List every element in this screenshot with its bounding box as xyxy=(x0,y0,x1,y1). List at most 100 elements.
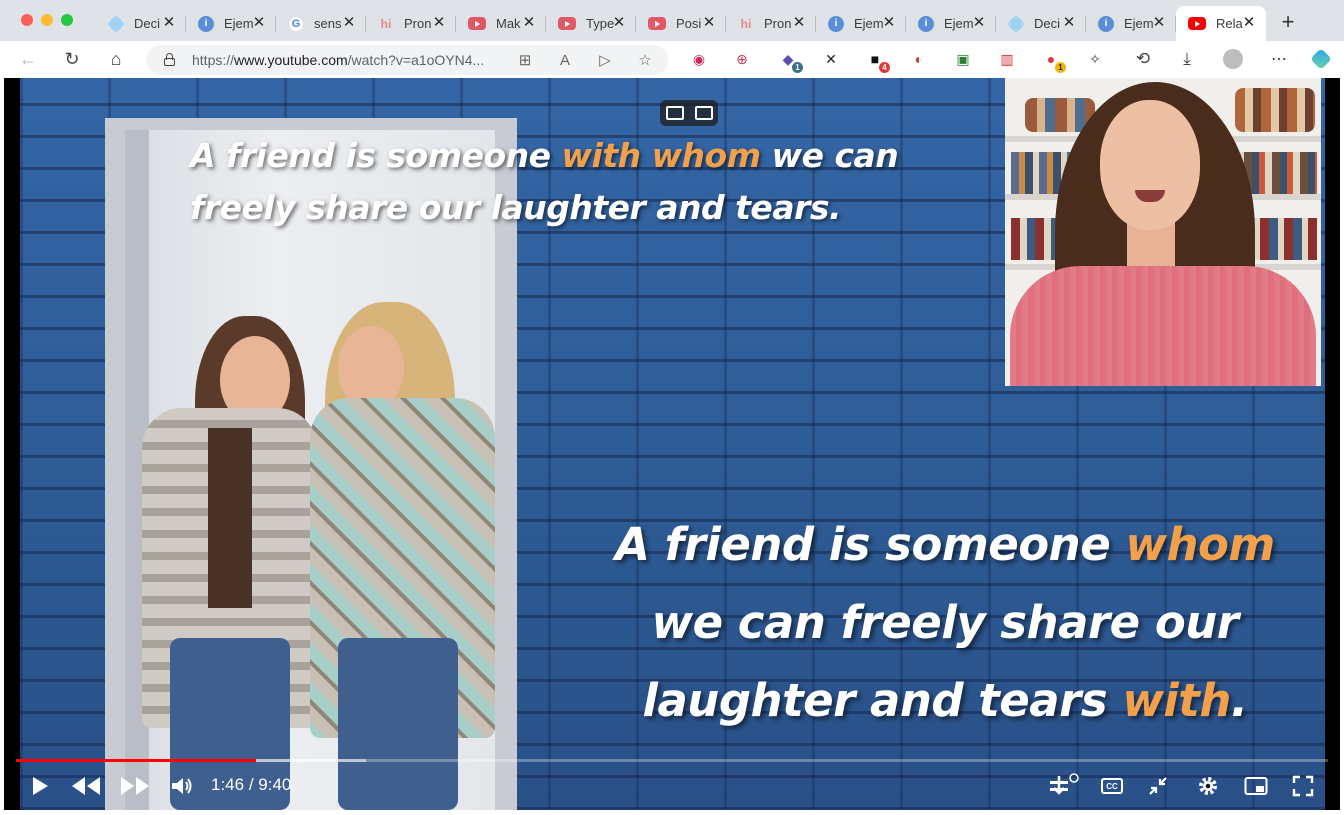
lock-icon[interactable] xyxy=(164,53,175,66)
tab-close-icon[interactable]: ✕ xyxy=(1242,15,1256,31)
play-icon xyxy=(33,777,48,795)
miniplayer-button[interactable] xyxy=(1242,772,1270,800)
duration: 9:40 xyxy=(258,775,292,794)
extension-badge: 1 xyxy=(792,62,803,73)
tab-8[interactable]: i Ejem ✕ xyxy=(816,6,906,41)
info-icon: i xyxy=(918,15,934,32)
rewind-button[interactable] xyxy=(69,772,103,800)
tab-close-icon[interactable]: ✕ xyxy=(702,15,716,31)
tab-close-icon[interactable]: ✕ xyxy=(972,15,986,31)
caption-top: A friend is someone with whom we can fre… xyxy=(190,130,950,234)
google-icon: G xyxy=(288,15,304,32)
caption-main-text: A friend is someone xyxy=(615,518,1126,571)
app-grid-icon[interactable]: ⊞ xyxy=(514,49,536,71)
tab-close-icon[interactable]: ✕ xyxy=(882,15,896,31)
tab-close-icon[interactable]: ✕ xyxy=(1152,15,1166,31)
miniplayer-icon xyxy=(1244,777,1268,795)
search-extension-icon[interactable]: ⊕ xyxy=(732,49,752,69)
tab-title: Pron xyxy=(404,16,432,31)
time-separator: / xyxy=(244,775,259,794)
collapse-arrows-icon xyxy=(1149,777,1167,795)
tab-close-icon[interactable]: ✕ xyxy=(1062,15,1076,31)
tab-4[interactable]: Mak ✕ xyxy=(456,6,546,41)
volume-icon xyxy=(172,778,192,794)
info-icon: i xyxy=(828,15,844,32)
fast-forward-button[interactable] xyxy=(118,772,152,800)
record-button-extension-icon[interactable]: ● 1 xyxy=(1041,49,1066,73)
trello-extension-icon[interactable]: ▥ xyxy=(997,49,1017,69)
extensions-puzzle-icon[interactable]: ✧ xyxy=(1085,49,1105,69)
tab-12-active[interactable]: Rela ✕ xyxy=(1176,6,1266,41)
more-menu-icon[interactable]: ⋯ xyxy=(1269,49,1289,69)
address-bar[interactable]: https://www.youtube.com/watch?v=a1oOYN4.… xyxy=(146,45,668,75)
tab-0[interactable]: Deci ✕ xyxy=(96,6,186,41)
puzzle-extension-icon[interactable]: ◆ 1 xyxy=(778,49,803,73)
tab-list: Deci ✕ i Ejem ✕ G sens ✕ hi Pron ✕ Mak ✕… xyxy=(96,6,1266,41)
copilot-icon xyxy=(1006,14,1026,33)
reload-icon[interactable]: ↻ xyxy=(60,47,84,71)
progress-played xyxy=(16,759,257,762)
record-extension-icon[interactable]: ◐ xyxy=(909,49,929,69)
tab-close-icon[interactable]: ✕ xyxy=(792,15,806,31)
tab-title: Ejem xyxy=(224,16,254,31)
window-close-button[interactable] xyxy=(21,14,33,26)
download-icon[interactable]: ⤓ xyxy=(1177,49,1197,69)
copilot-icon[interactable] xyxy=(1310,48,1332,70)
window-minimize-button[interactable] xyxy=(41,14,53,26)
tab-5[interactable]: Type ✕ xyxy=(546,6,636,41)
tab-close-icon[interactable]: ✕ xyxy=(432,15,446,31)
captions-button[interactable]: CC xyxy=(1098,772,1126,800)
play-button[interactable] xyxy=(28,772,52,800)
settings-button[interactable] xyxy=(1194,772,1222,800)
tab-3[interactable]: hi Pron ✕ xyxy=(366,6,456,41)
tab-close-icon[interactable]: ✕ xyxy=(612,15,626,31)
download-extension-icon[interactable]: ▣ xyxy=(953,49,973,69)
video-frame[interactable]: A friend is someone with whom we can fre… xyxy=(20,78,1325,810)
tab-7[interactable]: hi Pron ✕ xyxy=(726,6,816,41)
tab-6[interactable]: Posi ✕ xyxy=(636,6,726,41)
favorite-star-icon[interactable]: ☆ xyxy=(634,49,656,71)
tab-10[interactable]: Deci ✕ xyxy=(996,6,1086,41)
tab-close-icon[interactable]: ✕ xyxy=(522,15,536,31)
queue-settings-button[interactable] xyxy=(1047,772,1081,800)
current-time: 1:46 xyxy=(211,775,245,794)
tab-close-icon[interactable]: ✕ xyxy=(252,15,266,31)
caption-main-highlight-whom: whom xyxy=(1125,518,1275,571)
exit-pip-icon[interactable] xyxy=(665,106,684,120)
video-player[interactable]: A friend is someone with whom we can fre… xyxy=(4,78,1340,810)
history-icon[interactable]: ⟲ xyxy=(1133,49,1153,69)
video-extension-icon[interactable]: ◉ xyxy=(689,49,709,69)
caption-main: A friend is someone whom we can freely s… xyxy=(580,506,1310,740)
tab-close-icon[interactable]: ✕ xyxy=(162,15,176,31)
hinative-icon: hi xyxy=(740,16,752,31)
fast-forward-icon xyxy=(121,777,149,795)
tab-9[interactable]: i Ejem ✕ xyxy=(906,6,996,41)
home-icon[interactable]: ⌂ xyxy=(104,47,128,71)
profile-avatar-icon[interactable] xyxy=(1223,49,1243,69)
new-tab-button[interactable]: + xyxy=(1278,10,1298,34)
progress-bar[interactable] xyxy=(16,759,1328,762)
exit-mini-mode-button[interactable] xyxy=(1145,772,1171,800)
window-maximize-button[interactable] xyxy=(61,14,73,26)
caption-main-text-end: . xyxy=(1230,674,1248,727)
cast-icon[interactable]: ▷ xyxy=(594,49,616,71)
tab-close-icon[interactable]: ✕ xyxy=(342,15,356,31)
tab-1[interactable]: i Ejem ✕ xyxy=(186,6,276,41)
tab-11[interactable]: i Ejem ✕ xyxy=(1086,6,1176,41)
youtube-icon xyxy=(648,17,666,30)
camera-extension-icon[interactable]: ■ 4 xyxy=(865,49,890,73)
read-aloud-icon[interactable]: A xyxy=(554,49,576,71)
url-host: www.youtube.com xyxy=(234,52,348,68)
time-display: 1:46 / 9:40 xyxy=(211,775,291,795)
youtube-icon xyxy=(1188,17,1206,30)
fullscreen-button[interactable] xyxy=(1290,772,1316,800)
url-text[interactable]: https://www.youtube.com/watch?v=a1oOYN4.… xyxy=(192,52,484,68)
compress-extension-icon[interactable]: ✕ xyxy=(821,49,841,69)
caption-top-highlight: with whom xyxy=(561,136,762,175)
tab-2[interactable]: G sens ✕ xyxy=(276,6,366,41)
tab-title: Deci xyxy=(134,16,161,31)
video-enhance-icon[interactable] xyxy=(694,106,713,120)
back-arrow-icon[interactable]: ← xyxy=(16,47,40,71)
volume-button[interactable] xyxy=(169,772,195,800)
fullscreen-icon xyxy=(1292,775,1314,797)
